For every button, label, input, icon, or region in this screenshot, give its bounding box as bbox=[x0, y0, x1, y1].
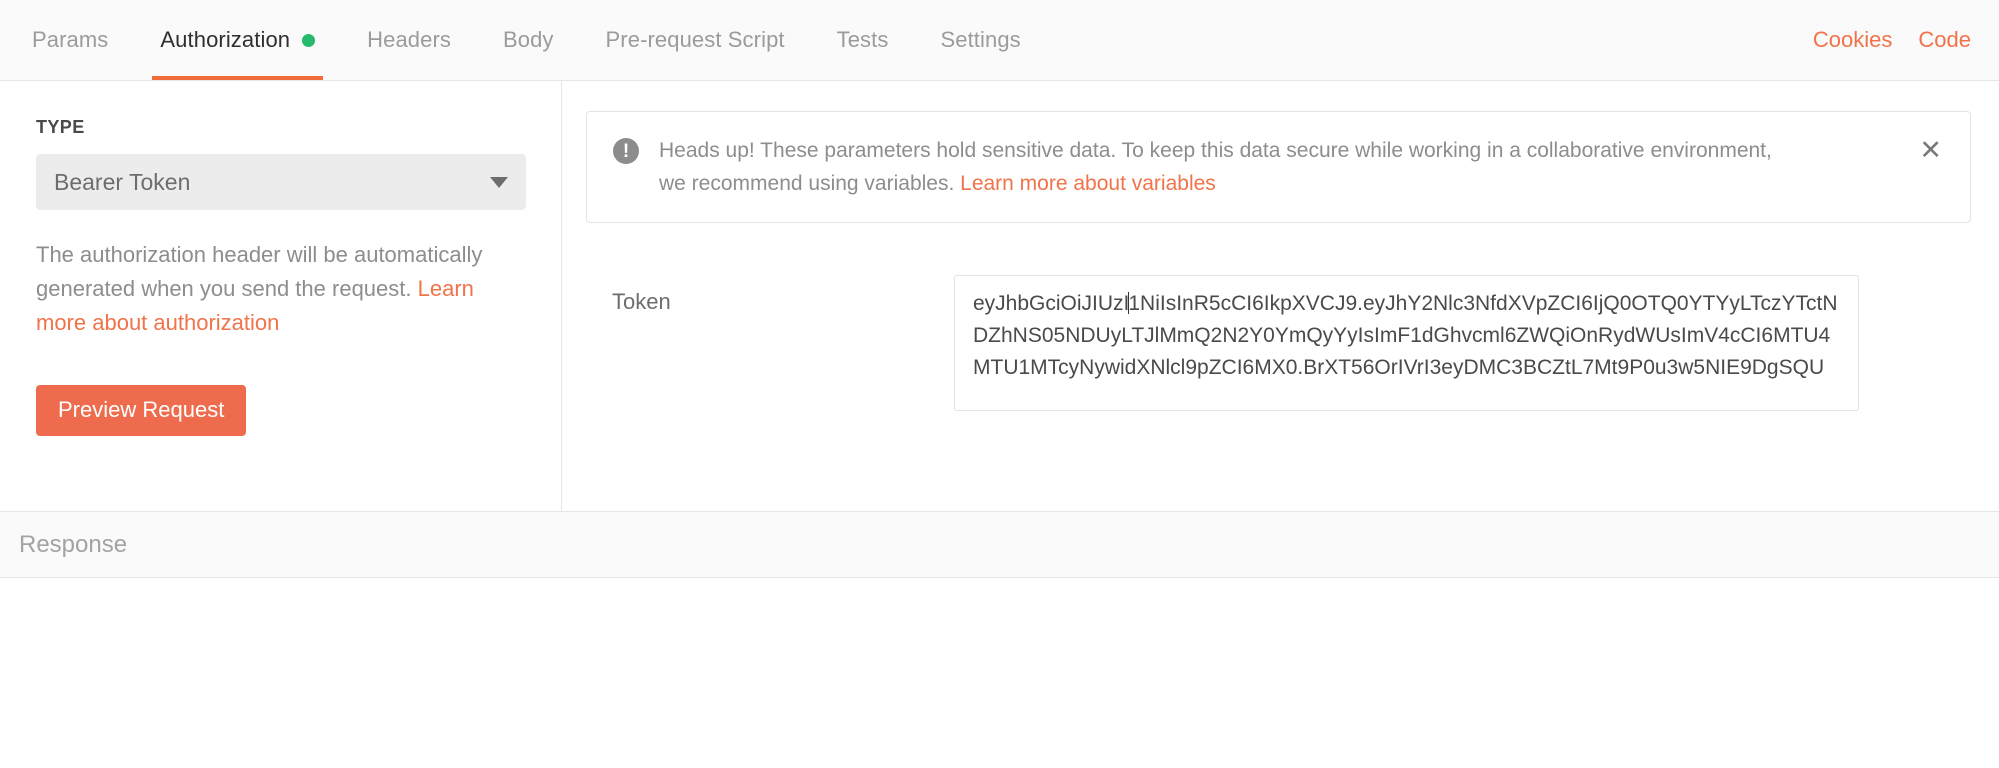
tab-label: Settings bbox=[940, 27, 1021, 52]
auth-type-select[interactable]: Bearer Token bbox=[36, 154, 526, 210]
tab-label: Authorization bbox=[160, 27, 291, 52]
auth-details-pane: ! Heads up! These parameters hold sensit… bbox=[562, 81, 1999, 511]
learn-more-variables-link[interactable]: Learn more about variables bbox=[960, 172, 1216, 195]
tab-pre-request-script[interactable]: Pre-request Script bbox=[580, 0, 811, 80]
auth-help-text-body: The authorization header will be automat… bbox=[36, 242, 483, 301]
tab-label: Params bbox=[32, 27, 109, 52]
close-icon[interactable]: ✕ bbox=[1915, 134, 1946, 167]
token-field-row: Token eyJhbGciOiJIUzI1NiIsInR5cCI6IkpXVC… bbox=[586, 275, 1971, 411]
auth-type-value: Bearer Token bbox=[54, 168, 191, 195]
tab-label: Pre-request Script bbox=[605, 27, 785, 52]
token-input[interactable]: eyJhbGciOiJIUzI1NiIsInR5cCI6IkpXVCJ9.eyJ… bbox=[954, 275, 1859, 411]
tab-label: Tests bbox=[836, 27, 889, 52]
response-title: Response bbox=[19, 530, 128, 558]
request-editor: Params Authorization Headers Body Pre-re… bbox=[0, 0, 1999, 768]
status-dot-icon bbox=[302, 33, 316, 47]
tab-bar-actions: Cookies Code bbox=[1813, 0, 1999, 80]
tab-tests[interactable]: Tests bbox=[811, 0, 915, 80]
chevron-down-icon bbox=[490, 176, 508, 188]
request-tab-bar: Params Authorization Headers Body Pre-re… bbox=[0, 0, 1999, 81]
tab-params[interactable]: Params bbox=[6, 0, 134, 80]
code-link[interactable]: Code bbox=[1918, 27, 1971, 53]
response-body bbox=[0, 578, 1999, 768]
tab-body[interactable]: Body bbox=[477, 0, 580, 80]
token-value-part1: eyJhbGciOiJIUzI bbox=[973, 292, 1130, 315]
cookies-link[interactable]: Cookies bbox=[1813, 27, 1892, 53]
token-label: Token bbox=[612, 289, 671, 314]
response-header: Response bbox=[0, 512, 1999, 578]
authorization-panel: TYPE Bearer Token The authorization head… bbox=[0, 81, 1999, 512]
type-label: TYPE bbox=[36, 117, 85, 137]
preview-request-button[interactable]: Preview Request bbox=[36, 385, 247, 436]
tab-label: Body bbox=[502, 27, 554, 52]
tab-headers[interactable]: Headers bbox=[341, 0, 477, 80]
auth-help-text: The authorization header will be automat… bbox=[36, 238, 496, 340]
tab-label: Headers bbox=[367, 27, 451, 52]
exclamation-circle-icon: ! bbox=[613, 138, 639, 164]
tab-settings[interactable]: Settings bbox=[914, 0, 1046, 80]
tab-authorization[interactable]: Authorization bbox=[134, 0, 341, 80]
sensitive-data-alert: ! Heads up! These parameters hold sensit… bbox=[586, 111, 1971, 223]
alert-message: Heads up! These parameters hold sensitiv… bbox=[659, 134, 1789, 200]
request-tabs: Params Authorization Headers Body Pre-re… bbox=[0, 0, 1047, 80]
auth-type-pane: TYPE Bearer Token The authorization head… bbox=[0, 81, 562, 511]
